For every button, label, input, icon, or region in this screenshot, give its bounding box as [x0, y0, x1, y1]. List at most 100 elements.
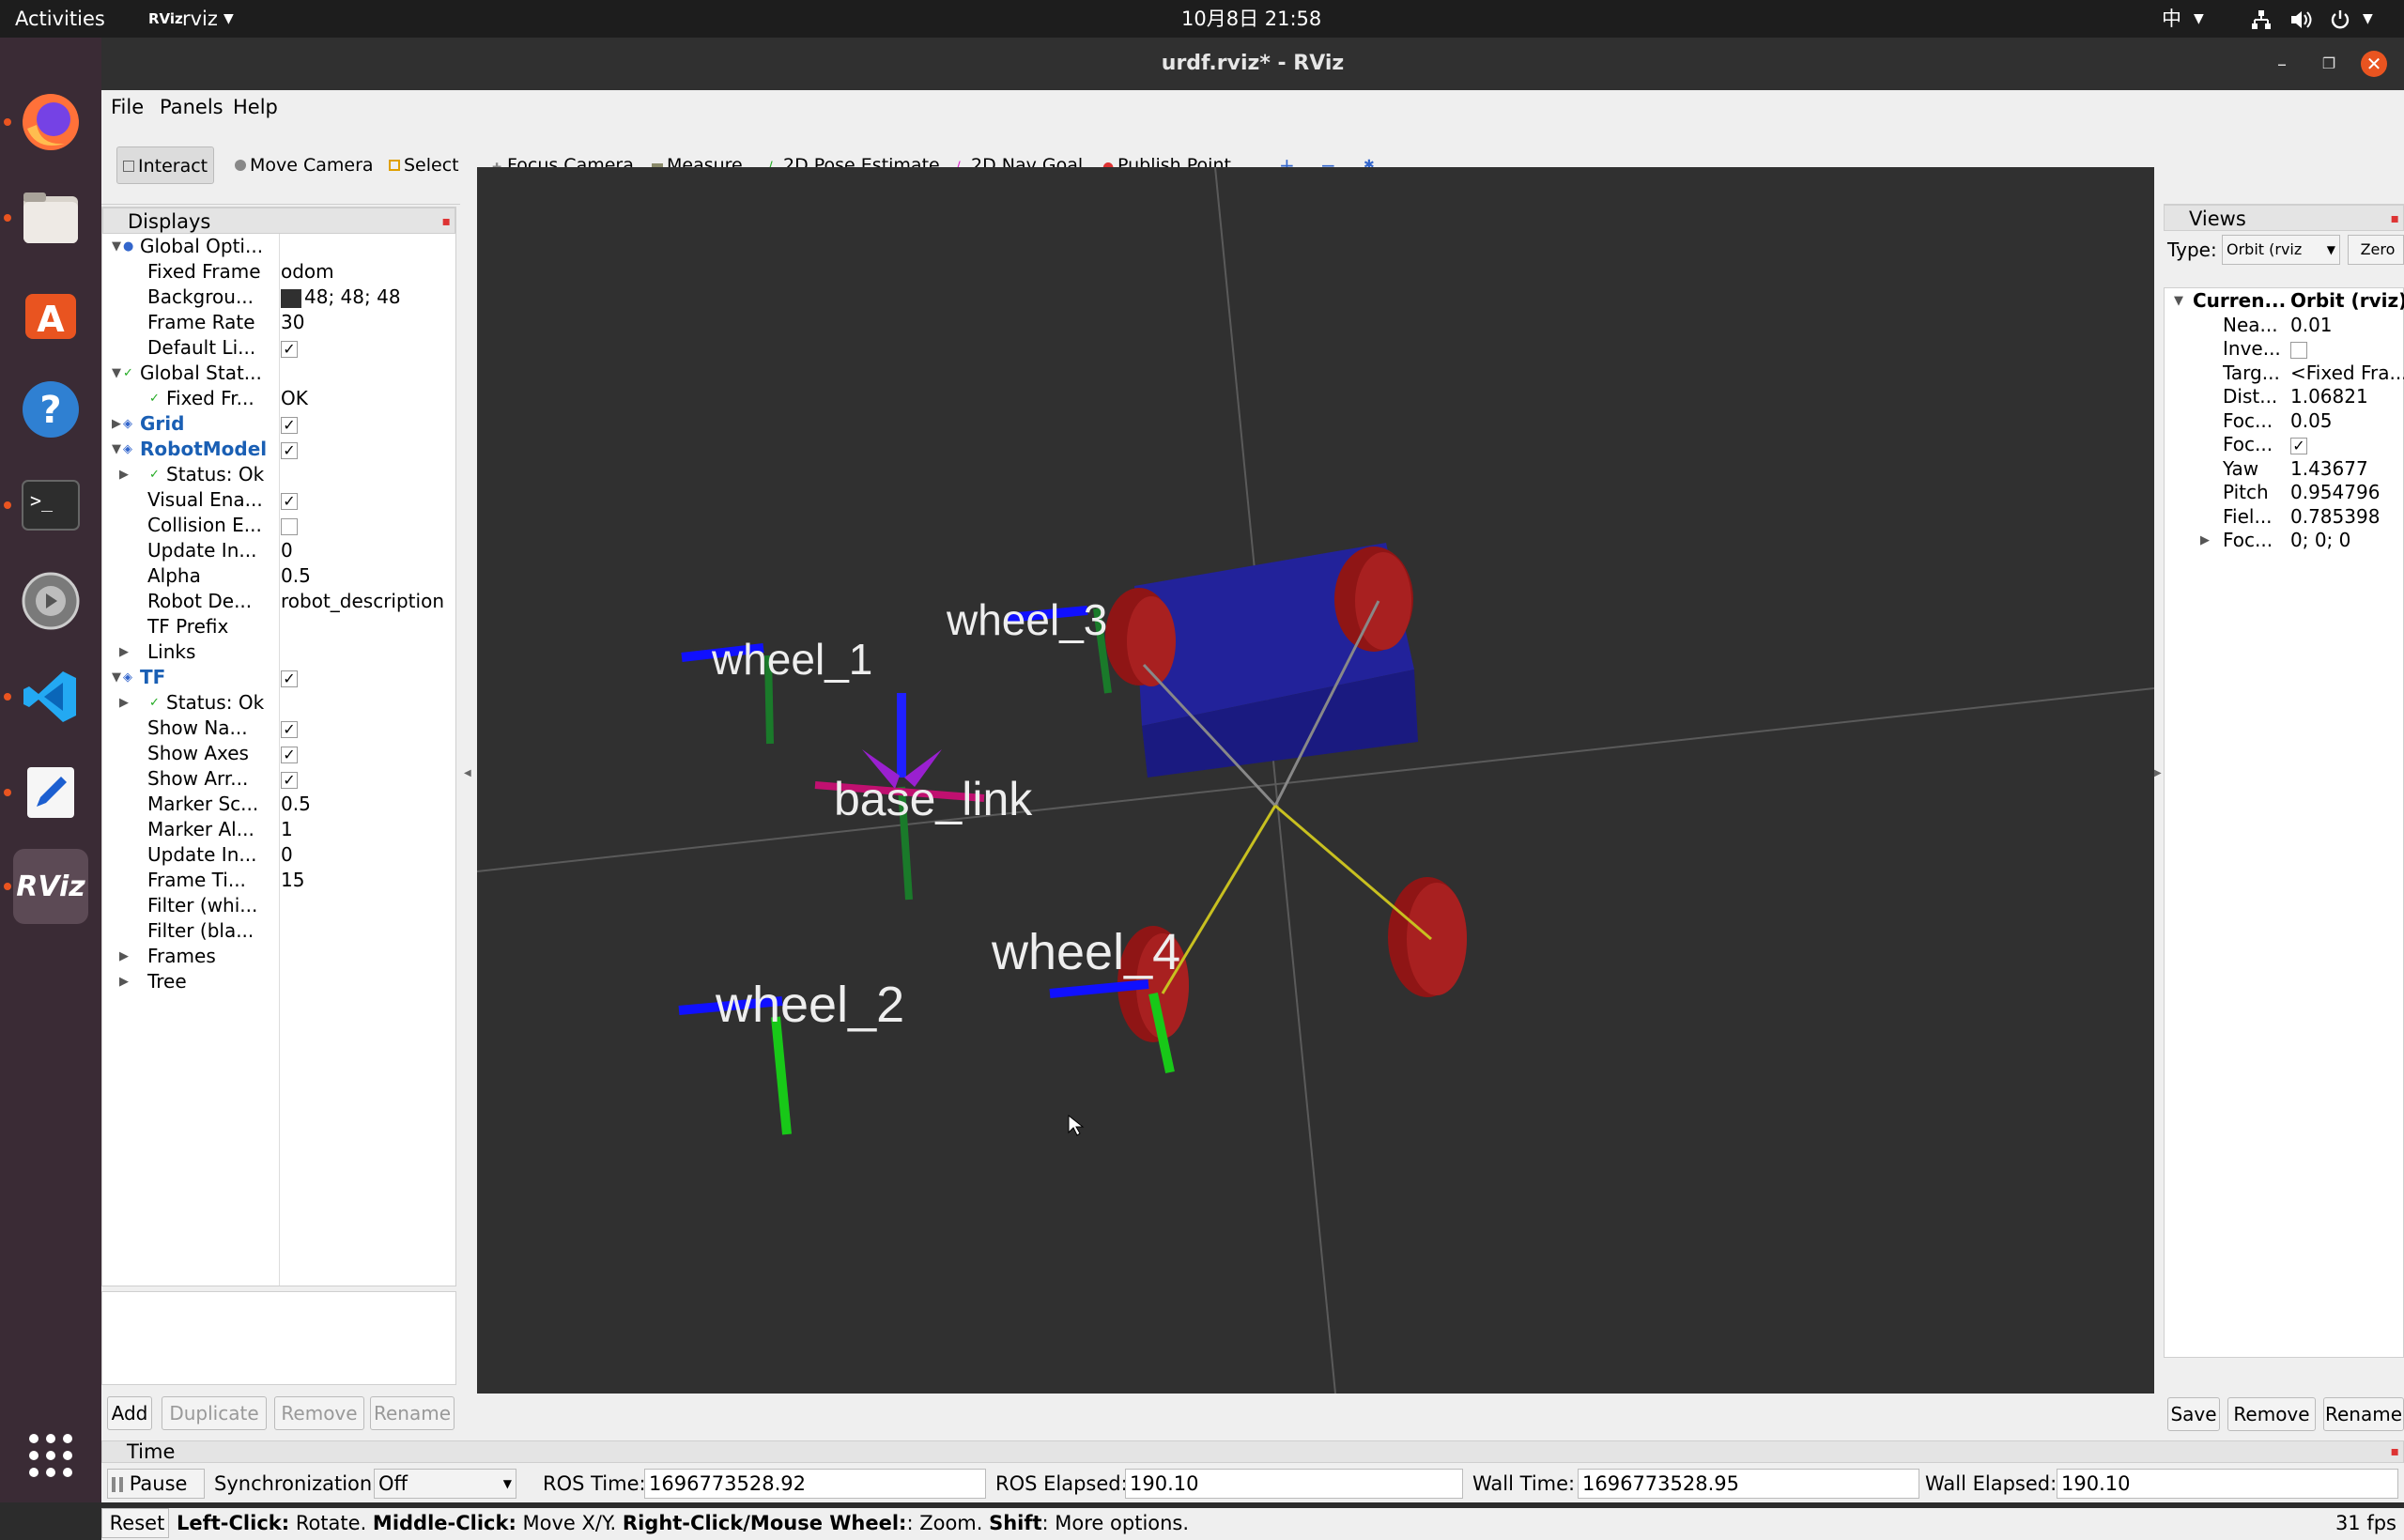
minimize-icon[interactable]: – [2269, 51, 2295, 77]
view-property-value[interactable]: 0.05 [2290, 408, 2333, 434]
display-property-value[interactable]: robot_description [281, 589, 444, 614]
move-camera-tool-button[interactable]: Move Camera [229, 146, 379, 184]
collapsed-arrow-icon[interactable]: ▶ [119, 690, 129, 716]
display-tree-row[interactable]: Visual Ena... ✓ [102, 487, 455, 513]
display-tree-row[interactable]: Show Arr... ✓ [102, 766, 455, 792]
add-display-button[interactable]: Add [107, 1396, 152, 1430]
view-property-value[interactable]: 0.01 [2290, 313, 2333, 338]
checkbox[interactable]: ✓ [281, 720, 298, 738]
power-icon[interactable] [2329, 0, 2351, 38]
view-property-value[interactable]: <Fixed Fra... [2290, 361, 2404, 386]
display-tree-row[interactable]: Robot De... robot_description [102, 589, 455, 614]
display-property-value[interactable]: 0 [281, 842, 293, 868]
display-property-checkbox[interactable]: ✓ [281, 437, 298, 462]
display-tree-row[interactable]: ▶ ✓ Status: Ok [102, 690, 455, 716]
checkbox[interactable] [281, 517, 298, 535]
pause-button[interactable]: Pause [107, 1469, 205, 1499]
display-property-checkbox[interactable]: ✓ [281, 741, 298, 766]
views-panel-header[interactable]: Views ▪ [2164, 205, 2404, 231]
view-type-select[interactable]: Orbit (rviz ▼ [2222, 235, 2340, 265]
3d-viewport[interactable]: wheel_1 wheel_3 base_link wheel_2 wheel_… [477, 167, 2154, 1394]
display-tree-row[interactable]: ▼ ◈ TF ✓ [102, 665, 455, 690]
checkbox[interactable]: ✓ [281, 441, 298, 459]
view-property-row[interactable]: Foc... 0.05 [2165, 408, 2403, 434]
expanded-arrow-icon[interactable]: ▼ [112, 361, 121, 386]
synchronization-select[interactable]: Off ▼ [374, 1469, 516, 1499]
view-property-value[interactable]: 0.785398 [2290, 504, 2380, 530]
view-property-checkbox[interactable] [2290, 336, 2307, 362]
color-swatch[interactable] [281, 288, 301, 308]
rviz-icon[interactable]: RViz [13, 849, 88, 924]
checkbox[interactable] [2290, 341, 2307, 359]
checkbox[interactable]: ✓ [281, 340, 298, 358]
select-tool-button[interactable]: Select [383, 146, 465, 184]
displays-panel-header[interactable]: Displays ▪ [102, 208, 455, 234]
collapsed-arrow-icon[interactable]: ▶ [119, 639, 129, 665]
display-tree-row[interactable]: Collision E... [102, 513, 455, 538]
wall-elapsed-field[interactable]: 190.10 [2057, 1469, 2398, 1499]
menu-file[interactable]: File [111, 96, 144, 118]
files-icon[interactable] [13, 180, 88, 255]
display-tree-row[interactable]: ▶ Frames [102, 944, 455, 969]
display-property-value[interactable]: 30 [281, 310, 304, 335]
display-tree-row[interactable]: Default Li... ✓ [102, 335, 455, 361]
display-property-checkbox[interactable]: ✓ [281, 487, 298, 513]
expanded-arrow-icon[interactable]: ▼ [2174, 288, 2183, 314]
view-property-value[interactable]: 0; 0; 0 [2290, 528, 2350, 553]
menu-panels[interactable]: Panels [160, 96, 223, 118]
view-property-row[interactable]: Fiel... 0.785398 [2165, 504, 2403, 530]
title-bar[interactable]: urdf.rviz* - RViz – ❐ ✕ [101, 38, 2404, 90]
firefox-icon[interactable] [13, 85, 88, 160]
expanded-arrow-icon[interactable]: ▼ [112, 665, 121, 690]
chevron-down-icon[interactable]: ▼ [2194, 0, 2204, 38]
checkbox[interactable]: ✓ [281, 746, 298, 763]
display-tree-row[interactable]: ▼ ✓ Global Stat... [102, 361, 455, 386]
interact-tool-button[interactable]: Interact [116, 146, 215, 184]
collapsed-arrow-icon[interactable]: ▶ [119, 944, 129, 969]
collapsed-arrow-icon[interactable]: ▶ [112, 411, 121, 437]
display-tree-row[interactable]: Marker Sc... 0.5 [102, 792, 455, 817]
display-property-checkbox[interactable]: ✓ [281, 411, 298, 437]
display-tree-row[interactable]: Frame Rate 30 [102, 310, 455, 335]
collapsed-arrow-icon[interactable]: ▶ [119, 462, 129, 487]
display-property-checkbox[interactable]: ✓ [281, 716, 298, 741]
checkbox[interactable]: ✓ [281, 670, 298, 687]
view-property-row[interactable]: ▼ Curren... Orbit (rviz) [2165, 288, 2404, 314]
ros-time-field[interactable]: 1696773528.92 [644, 1469, 986, 1499]
display-property-value[interactable]: 0 [281, 538, 293, 563]
wall-time-field[interactable]: 1696773528.95 [1578, 1469, 1919, 1499]
text-editor-icon[interactable] [13, 755, 88, 830]
display-property-value[interactable]: 15 [281, 868, 304, 893]
checkbox[interactable]: ✓ [281, 492, 298, 510]
view-property-row[interactable]: Inve... [2165, 336, 2403, 362]
display-tree-row[interactable]: Filter (bla... [102, 918, 455, 944]
view-property-row[interactable]: Foc... ✓ [2165, 432, 2403, 457]
view-property-value[interactable]: 0.954796 [2290, 480, 2380, 505]
terminal-icon[interactable]: >_ [13, 468, 88, 543]
reset-button[interactable]: Reset [101, 1508, 169, 1538]
chevron-down-icon[interactable]: ▼ [2363, 0, 2373, 38]
view-property-row[interactable]: Nea... 0.01 [2165, 313, 2403, 338]
display-tree-row[interactable]: ▶ Links [102, 639, 455, 665]
app-menu-button[interactable]: rviz [182, 0, 218, 38]
collapsed-arrow-icon[interactable]: ▶ [2200, 528, 2210, 553]
app-center-icon[interactable]: A [13, 276, 88, 351]
expanded-arrow-icon[interactable]: ▼ [112, 437, 121, 462]
time-panel-header[interactable]: Time ▪ [101, 1440, 2404, 1463]
display-property-value[interactable]: odom [281, 259, 334, 285]
display-property-checkbox[interactable] [281, 513, 298, 538]
left-splitter[interactable]: ◀ [460, 167, 477, 1394]
display-tree-row[interactable]: ▶ ◈ Grid ✓ [102, 411, 455, 437]
display-tree-row[interactable]: Show Axes ✓ [102, 741, 455, 766]
remove-view-button[interactable]: Remove [2227, 1397, 2316, 1431]
display-tree-row[interactable]: Backgrou... 48; 48; 48 [102, 285, 455, 310]
view-property-checkbox[interactable]: ✓ [2290, 432, 2307, 457]
display-property-value[interactable]: OK [281, 386, 308, 411]
display-tree-row[interactable]: Marker Al... 1 [102, 817, 455, 842]
display-tree-row[interactable]: Update In... 0 [102, 538, 455, 563]
view-property-value[interactable]: 1.43677 [2290, 456, 2368, 482]
display-property-value[interactable]: 0.5 [281, 792, 311, 817]
maximize-icon[interactable]: ❐ [2316, 51, 2342, 77]
vscode-icon[interactable] [13, 659, 88, 734]
network-icon[interactable] [2250, 0, 2273, 38]
